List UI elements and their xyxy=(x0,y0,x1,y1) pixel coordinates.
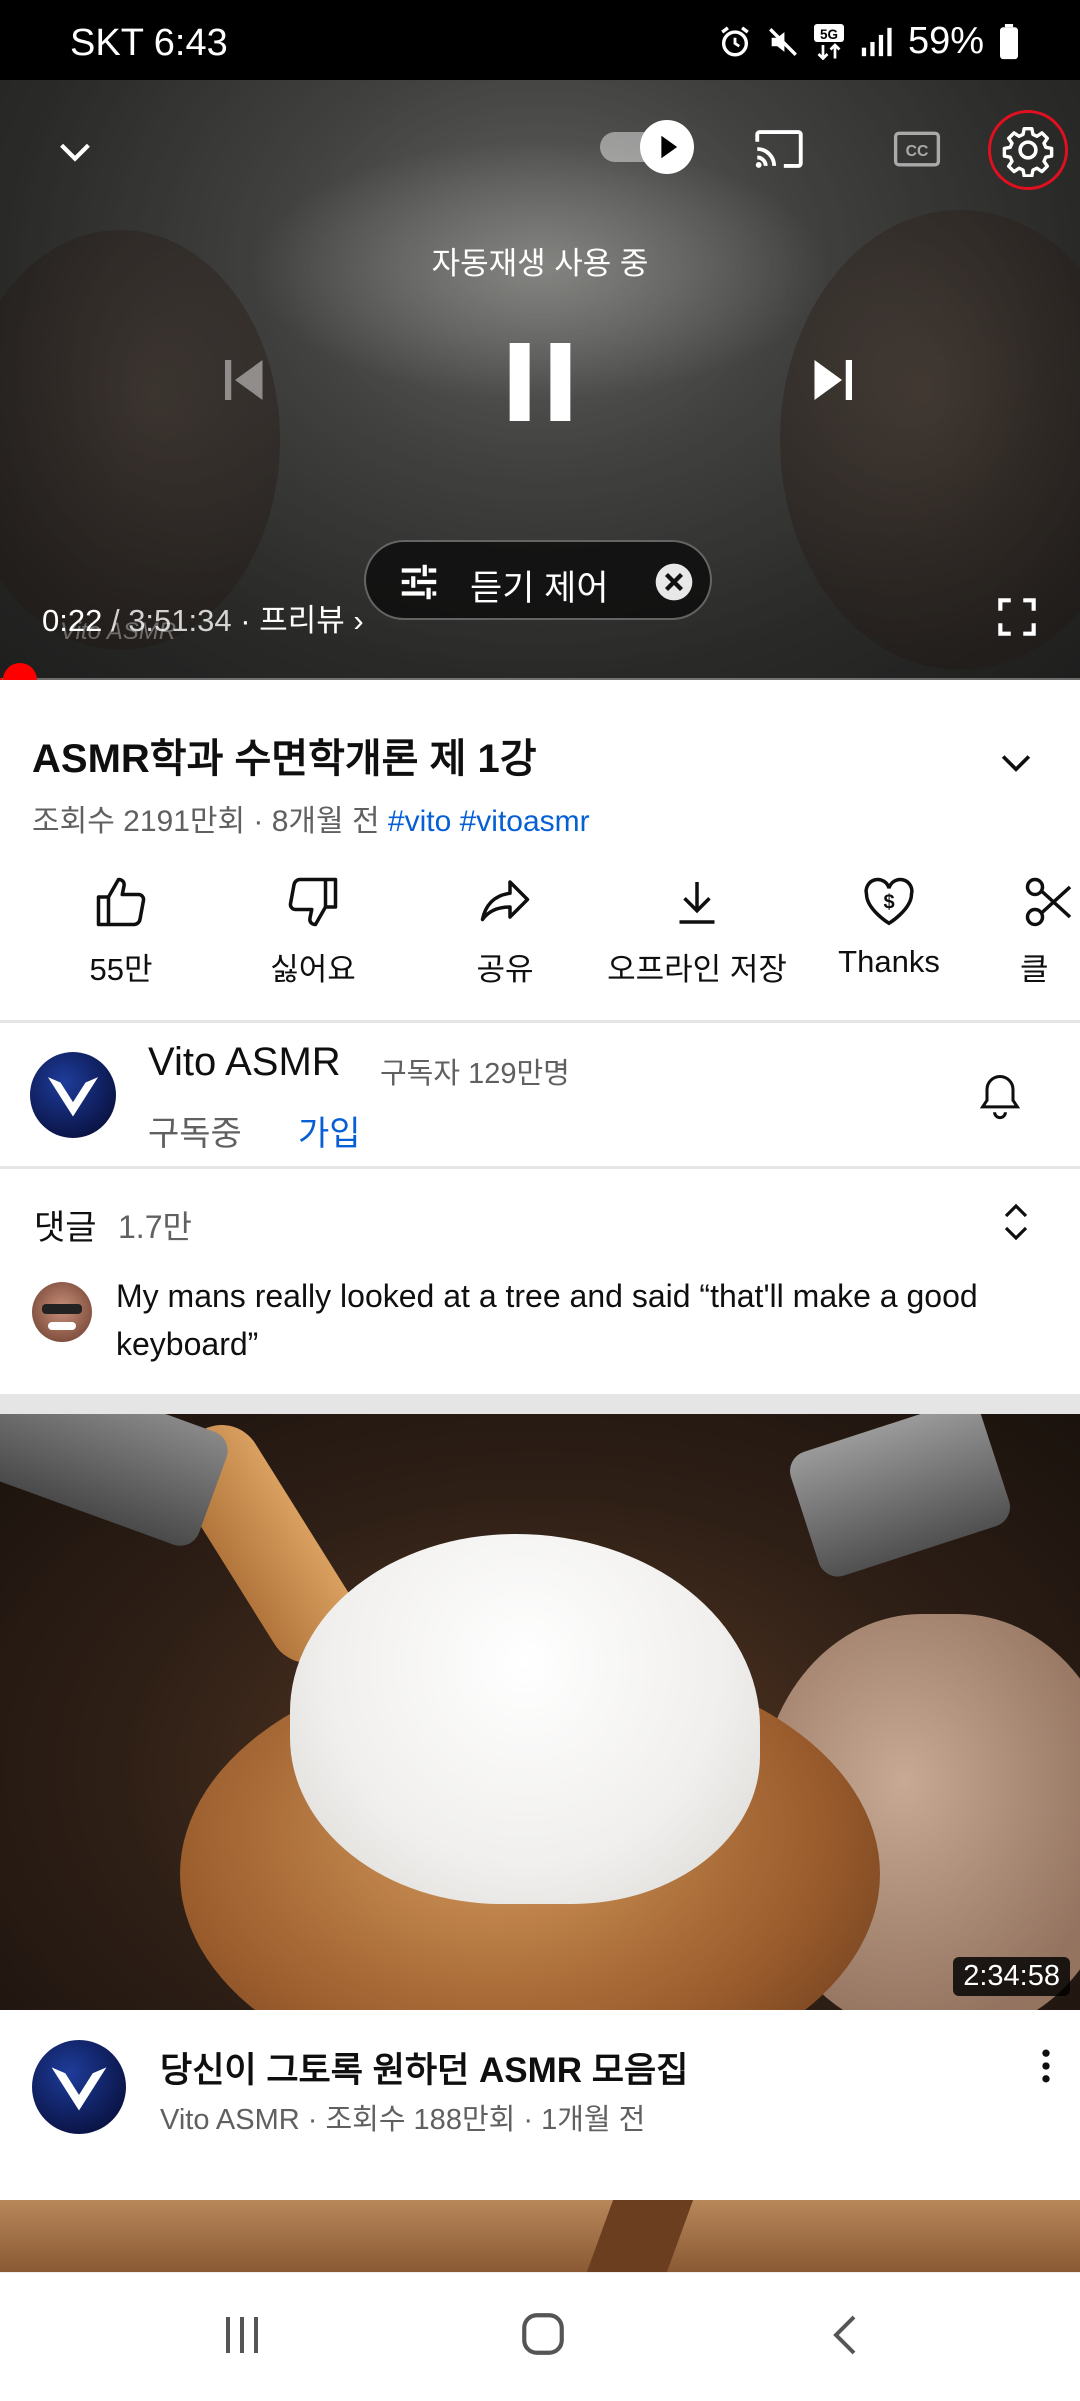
share-icon xyxy=(480,880,530,922)
like-count: 55만 xyxy=(89,952,153,987)
signal-icon xyxy=(861,27,892,56)
hashtag-vitoasmr[interactable]: #vitoasmr xyxy=(460,805,590,838)
svg-text:$: $ xyxy=(883,891,894,913)
video-duration-badge: 2:34:58 xyxy=(953,1957,1070,1996)
fullscreen-icon[interactable] xyxy=(992,592,1042,642)
settings-button[interactable] xyxy=(988,110,1068,190)
listen-control-chip[interactable]: 듣기 제어 xyxy=(364,540,712,620)
battery-icon xyxy=(1000,23,1018,59)
5g-icon: 5G xyxy=(813,23,844,60)
video-title[interactable]: ASMR학과 수면학개론 제 1강 xyxy=(32,726,537,784)
vito-logo-icon xyxy=(47,1077,99,1117)
thumbs-down-icon xyxy=(288,877,338,927)
progress-track[interactable] xyxy=(0,678,1080,680)
thumbnail-foam xyxy=(290,1534,760,1904)
like-button[interactable]: 55만 xyxy=(26,872,216,989)
close-icon[interactable] xyxy=(654,562,694,602)
svg-text:CC: CC xyxy=(906,143,929,160)
recommended-video-meta: Vito ASMR · 조회수 188만회 · 1개월 전 xyxy=(160,2104,646,2136)
recommended-video-thumbnail[interactable]: 2:34:58 xyxy=(0,1414,1080,2010)
thumbnail-microphone-right xyxy=(784,1414,1016,1582)
channel-name[interactable]: Vito ASMR xyxy=(148,1040,341,1085)
thumbs-up-icon xyxy=(96,877,146,927)
time-current: 0:22 xyxy=(42,603,103,638)
scissors-icon xyxy=(1025,877,1072,927)
next-video-thumbnail[interactable] xyxy=(0,2200,1080,2272)
expand-collapse-icon[interactable] xyxy=(996,1198,1036,1246)
subscriber-count: 구독자 129만명 xyxy=(380,1058,570,1090)
minimize-chevron-icon[interactable] xyxy=(52,128,98,174)
divider xyxy=(0,1020,1080,1023)
video-player[interactable]: CC 자동재생 사용 중 듣기 제어 Vito ASMR 0:22 / 3:51… xyxy=(0,80,1080,680)
view-date: 조회수 2191만회 · 8개월 전 xyxy=(32,805,380,838)
carrier-time: SKT 6:43 xyxy=(70,22,228,64)
commenter-avatar[interactable] xyxy=(32,1282,92,1342)
time-display[interactable]: 0:22 / 3:51:34 · 프리뷰 › xyxy=(42,595,364,640)
thumbnail-microphone-left xyxy=(0,1414,234,1552)
listen-control-label: 듣기 제어 xyxy=(470,569,609,608)
autoplay-toggle[interactable] xyxy=(600,120,700,174)
progress-fill xyxy=(0,678,2,680)
top-comment-text[interactable]: My mans really looked at a tree and said… xyxy=(116,1272,1016,1368)
system-nav-bar xyxy=(0,2272,1080,2401)
section-separator xyxy=(0,1394,1080,1414)
captions-icon[interactable]: CC xyxy=(890,122,944,176)
hashtag-vito[interactable]: #vito xyxy=(388,805,451,838)
expand-description-chevron-icon[interactable] xyxy=(994,740,1038,784)
heart-dollar-icon: $ xyxy=(864,877,914,926)
share-label: 공유 xyxy=(476,952,534,987)
join-button[interactable]: 가입 xyxy=(298,1106,361,1155)
thanks-button[interactable]: $ Thanks xyxy=(794,872,984,980)
previous-icon xyxy=(225,360,263,400)
offline-save-label: 오프라인 저장 xyxy=(607,952,787,987)
dislike-button[interactable]: 싫어요 xyxy=(218,872,408,989)
pause-icon[interactable] xyxy=(488,330,592,434)
battery-percent: 59% xyxy=(907,20,984,62)
alarm-icon xyxy=(721,25,749,56)
more-options-icon[interactable] xyxy=(1026,2044,1066,2088)
offline-save-button[interactable]: 오프라인 저장 xyxy=(602,872,792,989)
vito-logo-icon xyxy=(51,2067,107,2111)
comments-count: 1.7만 xyxy=(118,1209,192,1245)
clip-button[interactable]: 클 xyxy=(1020,872,1080,989)
autoplay-status-text: 자동재생 사용 중 xyxy=(431,246,649,281)
recommended-channel-avatar[interactable] xyxy=(32,2040,126,2134)
cast-icon[interactable] xyxy=(750,120,808,178)
subscribed-button[interactable]: 구독중 xyxy=(148,1106,242,1155)
clip-label: 클 xyxy=(1020,952,1049,987)
svg-text:5G: 5G xyxy=(820,27,838,42)
bell-icon[interactable] xyxy=(974,1068,1026,1124)
video-meta[interactable]: 조회수 2191만회 · 8개월 전 #vito #vitoasmr xyxy=(32,796,590,840)
sliders-icon xyxy=(401,564,437,600)
download-icon xyxy=(679,882,715,924)
recent-apps-icon[interactable] xyxy=(220,2311,264,2359)
channel-avatar[interactable] xyxy=(30,1052,116,1138)
play-icon xyxy=(661,135,678,159)
thanks-label: Thanks xyxy=(838,944,940,979)
share-button[interactable]: 공유 xyxy=(410,872,600,989)
divider xyxy=(0,1166,1080,1169)
gear-icon xyxy=(1002,126,1054,177)
next-icon[interactable] xyxy=(802,350,862,410)
preview-label: · 프리뷰 › xyxy=(240,603,364,638)
comments-label[interactable]: 댓글 xyxy=(34,1200,97,1249)
mute-icon xyxy=(768,27,797,56)
back-icon[interactable] xyxy=(824,2311,868,2359)
recommended-video-title[interactable]: 당신이 그토록 원하던 ASMR 모음집 xyxy=(160,2042,688,2093)
status-bar: SKT 6:43 5G 59% xyxy=(0,0,1080,80)
dislike-label: 싫어요 xyxy=(270,952,356,987)
home-icon[interactable] xyxy=(518,2309,568,2359)
time-total: / 3:51:34 xyxy=(110,603,232,638)
